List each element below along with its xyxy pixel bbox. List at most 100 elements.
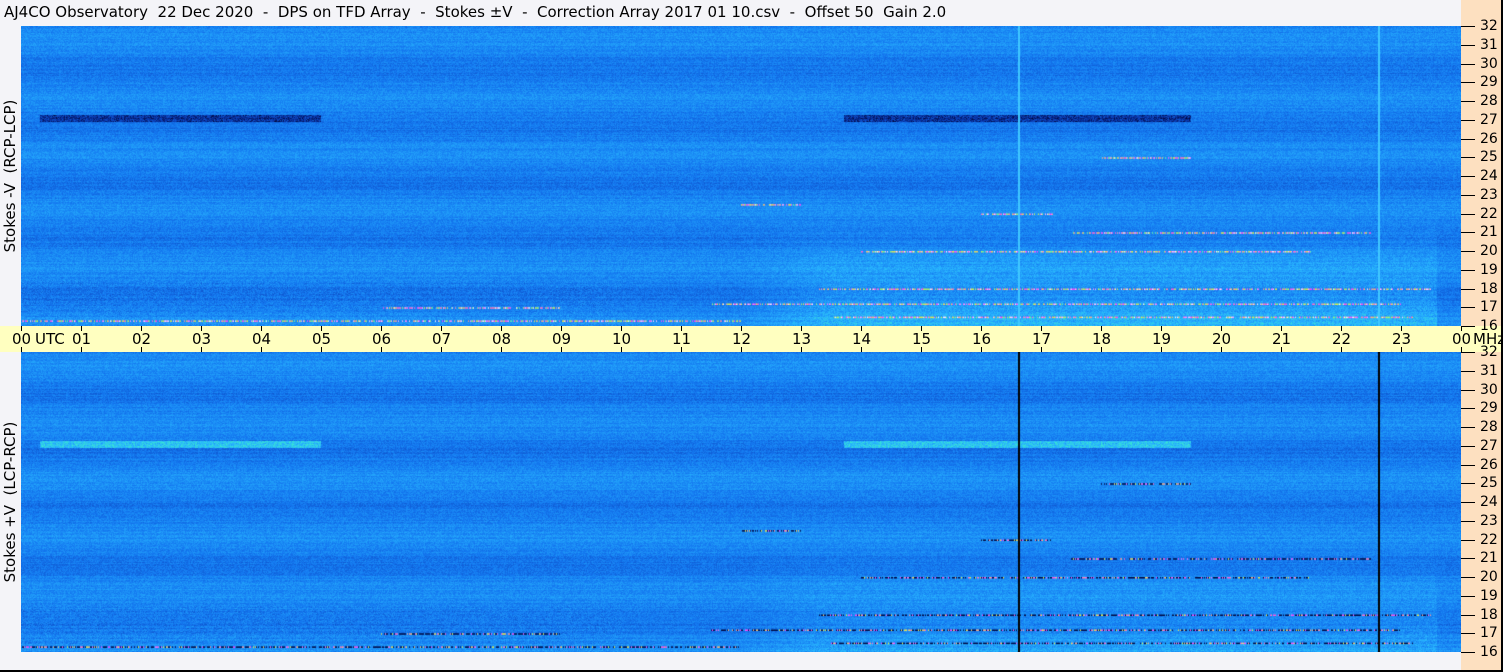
freq-tick	[1461, 483, 1475, 484]
freq-tick	[1461, 251, 1475, 252]
freq-tick	[1461, 427, 1475, 428]
freq-tick-label: 25	[1480, 149, 1498, 165]
freq-tick	[1461, 157, 1475, 158]
freq-tick	[1461, 232, 1475, 233]
freq-tick-label: 20	[1480, 243, 1498, 259]
freq-tick-label: 17	[1480, 625, 1498, 641]
freq-tick	[1461, 558, 1475, 559]
freq-tick-label: 27	[1480, 112, 1498, 128]
time-tick-label: 16	[972, 330, 992, 348]
freq-tick	[1461, 270, 1475, 271]
freq-tick	[1461, 120, 1475, 121]
time-tick-label: 15	[912, 330, 932, 348]
time-tick-label: 02	[132, 330, 152, 348]
freq-tick	[1461, 596, 1475, 597]
time-tick-label: 03	[192, 330, 212, 348]
time-tick-label: 08	[492, 330, 512, 348]
freq-tick	[1461, 101, 1475, 102]
freq-tick-label: 29	[1480, 400, 1498, 416]
freq-tick-label: 18	[1480, 281, 1498, 297]
time-tick-label: 10	[612, 330, 632, 348]
time-tick-label: 22	[1332, 330, 1352, 348]
freq-tick-label: 21	[1480, 224, 1498, 240]
freq-tick	[1461, 176, 1475, 177]
freq-tick	[1461, 326, 1475, 327]
freq-tick	[1461, 540, 1475, 541]
time-tick-label: 17	[1032, 330, 1052, 348]
time-tick-label: 23	[1392, 330, 1412, 348]
freq-tick-label: 23	[1480, 187, 1498, 203]
freq-tick-label: 16	[1480, 644, 1498, 660]
freq-tick	[1461, 26, 1475, 27]
freq-tick-label: 16	[1480, 318, 1498, 334]
freq-tick-label: 26	[1480, 457, 1498, 473]
chart-title: AJ4CO Observatory 22 Dec 2020 - DPS on T…	[4, 3, 947, 21]
freq-tick	[1461, 352, 1475, 353]
top-panel-ylabel: Stokes -V (RCP-LCP)	[1, 99, 19, 253]
bottom-panel-ylabel: Stokes +V (LCP-RCP)	[1, 421, 19, 583]
freq-tick	[1461, 307, 1475, 308]
freq-tick-label: 19	[1480, 588, 1498, 604]
freq-tick	[1461, 577, 1475, 578]
freq-tick	[1461, 390, 1475, 391]
freq-tick	[1461, 615, 1475, 616]
freq-tick-label: 30	[1480, 56, 1498, 72]
freq-tick-label: 28	[1480, 419, 1498, 435]
freq-tick	[1461, 214, 1475, 215]
freq-tick-label: 31	[1480, 363, 1498, 379]
freq-tick-label: 24	[1480, 168, 1498, 184]
freq-tick-label: 22	[1480, 206, 1498, 222]
freq-tick	[1461, 652, 1475, 653]
time-tick-label: 07	[432, 330, 452, 348]
time-tick-label: 14	[852, 330, 872, 348]
time-tick-label: 13	[792, 330, 812, 348]
freq-tick-label: 26	[1480, 131, 1498, 147]
time-unit-label: UTC	[35, 330, 65, 348]
freq-tick-label: 18	[1480, 607, 1498, 623]
time-tick-label: 19	[1152, 330, 1172, 348]
freq-tick-label: 27	[1480, 438, 1498, 454]
freq-tick-label: 22	[1480, 532, 1498, 548]
freq-tick-label: 32	[1480, 344, 1498, 360]
freq-tick	[1461, 521, 1475, 522]
time-tick-label: 06	[372, 330, 392, 348]
freq-tick	[1461, 446, 1475, 447]
time-tick-label: 18	[1092, 330, 1112, 348]
freq-tick	[1461, 139, 1475, 140]
time-tick-label: 04	[252, 330, 272, 348]
freq-tick-label: 28	[1480, 93, 1498, 109]
time-tick-label: 01	[72, 330, 92, 348]
freq-tick-label: 30	[1480, 382, 1498, 398]
time-tick-label: 12	[732, 330, 752, 348]
freq-tick-label: 29	[1480, 74, 1498, 90]
freq-tick	[1461, 465, 1475, 466]
time-axis-panel	[0, 326, 1461, 352]
freq-tick	[1461, 371, 1475, 372]
freq-tick-label: 21	[1480, 550, 1498, 566]
freq-tick	[1461, 195, 1475, 196]
freq-tick	[1461, 408, 1475, 409]
freq-tick	[1461, 45, 1475, 46]
time-tick-label: 05	[312, 330, 332, 348]
freq-tick-label: 17	[1480, 299, 1498, 315]
freq-tick-label: 24	[1480, 494, 1498, 510]
freq-tick	[1461, 502, 1475, 503]
time-tick-label: 20	[1212, 330, 1232, 348]
freq-tick-label: 31	[1480, 37, 1498, 53]
spectrogram-bottom-stokes-plus-v	[21, 352, 1461, 652]
time-tick-label: 11	[672, 330, 692, 348]
freq-tick-label: 25	[1480, 475, 1498, 491]
freq-tick	[1461, 289, 1475, 290]
time-tick-label: 00	[1452, 330, 1472, 348]
freq-tick	[1461, 82, 1475, 83]
time-tick-label: 21	[1272, 330, 1292, 348]
freq-tick-label: 23	[1480, 513, 1498, 529]
freq-tick	[1461, 633, 1475, 634]
freq-tick	[1461, 64, 1475, 65]
spectrogram-top-stokes-minus-v	[21, 26, 1461, 326]
freq-tick-label: 19	[1480, 262, 1498, 278]
time-tick-label: 00	[12, 330, 32, 348]
time-tick-label: 09	[552, 330, 572, 348]
freq-tick-label: 20	[1480, 569, 1498, 585]
freq-tick-label: 32	[1480, 18, 1498, 34]
